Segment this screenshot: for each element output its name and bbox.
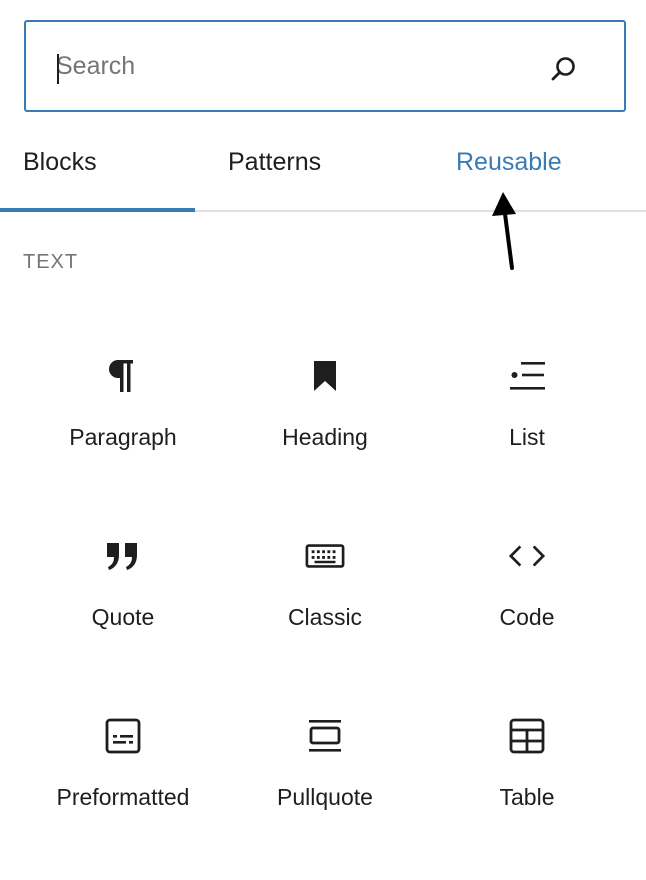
bookmark-icon bbox=[305, 356, 345, 396]
search-input[interactable] bbox=[56, 51, 526, 81]
section-title-text: TEXT bbox=[23, 251, 79, 273]
active-tab-indicator bbox=[0, 208, 195, 212]
tab-reusable[interactable]: Reusable bbox=[456, 148, 562, 177]
pullquote-icon bbox=[305, 716, 345, 756]
paragraph-icon bbox=[103, 356, 143, 396]
search-icon[interactable] bbox=[550, 55, 578, 88]
text-caret bbox=[57, 54, 59, 84]
block-code[interactable]: Code bbox=[426, 480, 628, 660]
block-label: Preformatted bbox=[56, 784, 190, 810]
list-icon bbox=[507, 356, 547, 396]
block-table[interactable]: Table bbox=[426, 660, 628, 840]
tab-patterns[interactable]: Patterns bbox=[228, 148, 321, 177]
inserter-tabs: Blocks Patterns Reusable bbox=[0, 126, 646, 212]
block-heading[interactable]: Heading bbox=[224, 300, 426, 480]
block-paragraph[interactable]: Paragraph bbox=[22, 300, 224, 480]
keyboard-icon bbox=[305, 536, 345, 576]
block-preformatted[interactable]: Preformatted bbox=[22, 660, 224, 840]
block-list[interactable]: List bbox=[426, 300, 628, 480]
arrow-annotation bbox=[492, 192, 516, 270]
table-icon bbox=[507, 716, 547, 756]
block-quote[interactable]: Quote bbox=[22, 480, 224, 660]
tab-blocks[interactable]: Blocks bbox=[23, 148, 97, 177]
block-label: List bbox=[509, 424, 545, 450]
block-pullquote[interactable]: Pullquote bbox=[224, 660, 426, 840]
preformatted-icon bbox=[103, 716, 143, 756]
code-icon bbox=[507, 536, 547, 576]
block-label: Classic bbox=[287, 604, 363, 630]
block-label: Heading bbox=[282, 424, 368, 450]
block-label: Paragraph bbox=[69, 424, 177, 450]
search-box[interactable] bbox=[24, 20, 626, 112]
block-label: Quote bbox=[91, 604, 155, 630]
block-label: Table bbox=[499, 784, 555, 810]
block-label: Code bbox=[499, 604, 555, 630]
block-label: Pullquote bbox=[277, 784, 373, 810]
block-classic[interactable]: Classic bbox=[224, 480, 426, 660]
quote-icon bbox=[103, 536, 143, 576]
